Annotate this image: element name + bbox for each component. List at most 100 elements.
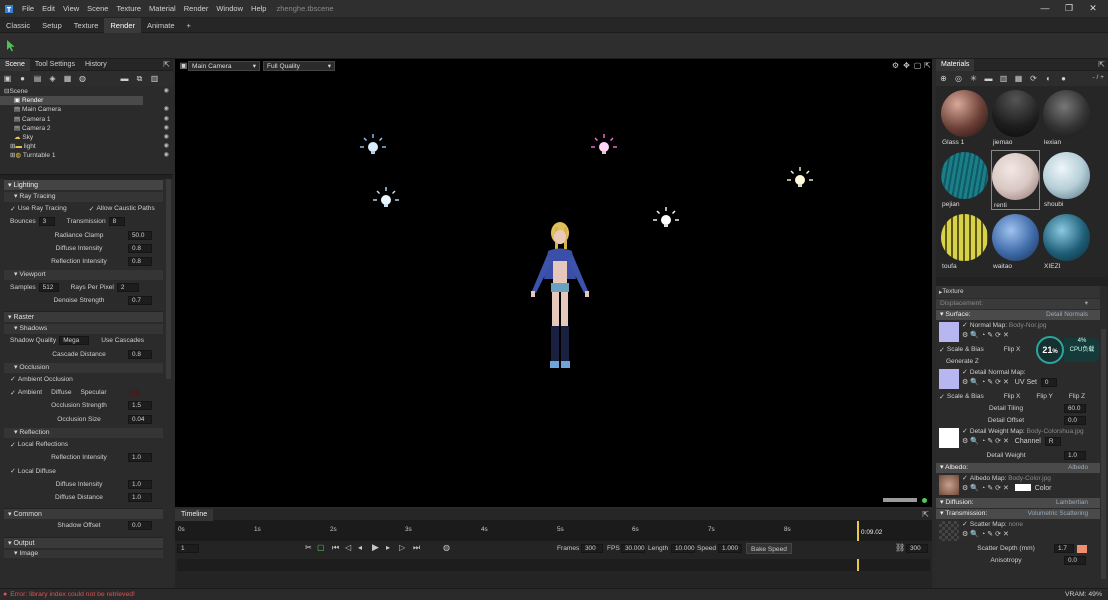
rays-per-pixel-select[interactable]: 2 xyxy=(116,282,139,292)
tree-item-camera-2[interactable]: ▤ Camera 2 ◉ xyxy=(0,124,173,133)
current-frame-field[interactable]: 1 xyxy=(177,544,199,553)
duplicate-icon[interactable]: ⧉ xyxy=(135,74,144,83)
local-reflections-checkbox[interactable]: ✓ xyxy=(10,441,16,449)
popout-icon[interactable]: ⇱ xyxy=(923,61,932,70)
occlusion-strength-field[interactable]: 1.5 xyxy=(128,401,152,411)
play-icon[interactable]: ▶ xyxy=(372,542,379,553)
tab-setup[interactable]: Setup xyxy=(36,18,68,33)
ambient-checkbox[interactable]: ✓ xyxy=(10,389,16,397)
section-reflection[interactable]: ▾ Reflection xyxy=(4,427,163,438)
bake-speed-button[interactable]: Bake Speed xyxy=(746,543,792,554)
step-forward-icon[interactable]: ▸ xyxy=(386,543,390,552)
speed-icon[interactable]: ◍ xyxy=(443,543,450,552)
section-output[interactable]: ▾ Output xyxy=(4,536,163,548)
reflection-intensity-field[interactable]: 0.8 xyxy=(128,257,152,267)
flip-x-toggle[interactable]: Flip X xyxy=(1004,346,1021,353)
scatter-depth-field[interactable]: 1.7 xyxy=(1054,544,1074,554)
tab-animate[interactable]: Animate xyxy=(141,18,181,33)
albedo-thumbnail[interactable] xyxy=(939,474,959,495)
menu-material[interactable]: Material xyxy=(145,4,180,13)
normal-map-checkbox[interactable]: ✓ xyxy=(962,322,968,329)
section-shadows[interactable]: ▾ Shadows xyxy=(4,324,163,335)
section-raster[interactable]: ▾ Raster xyxy=(4,311,163,323)
material-swatch[interactable]: toufa xyxy=(940,212,989,272)
diffuse-distance-field[interactable]: 1.0 xyxy=(128,493,152,503)
keyframe-track[interactable] xyxy=(177,559,930,571)
material-swatch[interactable]: pejian xyxy=(940,150,989,210)
frames-field[interactable]: 300 xyxy=(581,544,603,553)
menu-texture[interactable]: Texture xyxy=(112,4,145,13)
restore-button[interactable]: ❐ xyxy=(1062,3,1076,14)
texture-tool-icons[interactable]: ⚙🔍◔✎⟳✕ xyxy=(962,530,1023,540)
tab-texture[interactable]: Texture xyxy=(68,18,105,33)
visibility-icon[interactable]: ◉ xyxy=(164,151,169,160)
visibility-icon[interactable]: ◉ xyxy=(164,115,169,124)
albedo-map-checkbox[interactable]: ✓ xyxy=(962,475,968,482)
scatter-color-swatch[interactable] xyxy=(1077,544,1087,553)
visibility-icon[interactable]: ◉ xyxy=(164,142,169,151)
visibility-icon[interactable]: ◉ xyxy=(164,105,169,114)
visibility-icon[interactable]: ◉ xyxy=(164,133,169,142)
section-diffusion[interactable]: ▾ Diffusion: Lambertian xyxy=(936,497,1100,508)
material-swatch[interactable]: waitao xyxy=(991,212,1040,272)
menu-edit[interactable]: Edit xyxy=(38,4,59,13)
material-swatch[interactable]: jiemao xyxy=(991,88,1040,148)
scatter-map-thumbnail[interactable] xyxy=(939,520,959,541)
tab-history[interactable]: History xyxy=(80,59,112,71)
material-counter[interactable]: - / + xyxy=(1092,74,1104,81)
cascade-distance-field[interactable]: 0.8 xyxy=(128,349,152,359)
tab-timeline[interactable]: Timeline xyxy=(175,509,214,521)
ambient-occlusion-checkbox[interactable]: ✓ xyxy=(10,375,16,383)
light-bulb-icon[interactable] xyxy=(371,185,401,215)
anisotropy-field[interactable]: 0.0 xyxy=(1064,555,1086,565)
select-tool-icon[interactable] xyxy=(6,39,16,54)
tree-item-turntable[interactable]: ⊞◍ Turntable 1 ◉ xyxy=(0,151,173,160)
material-swatch[interactable]: shoubi xyxy=(1042,150,1091,210)
pick-icon[interactable]: ◐ xyxy=(1044,74,1053,83)
add-camera-icon[interactable]: ▤ xyxy=(33,74,42,83)
section-surface[interactable]: ▾ Surface: Detail Normals xyxy=(936,309,1100,320)
right-scrollbar[interactable] xyxy=(1101,329,1106,579)
delete-icon[interactable]: ▥ xyxy=(999,74,1008,83)
minimize-button[interactable]: — xyxy=(1038,3,1052,14)
menu-render[interactable]: Render xyxy=(180,4,213,13)
add-light-icon[interactable]: ● xyxy=(18,74,27,83)
light-bulb-icon[interactable] xyxy=(651,205,681,235)
visibility-icon[interactable]: ◉ xyxy=(164,124,169,133)
tree-item-camera-1[interactable]: ▤ Camera 1 ◉ xyxy=(0,115,173,124)
use-cascades-toggle[interactable]: Use Cascades xyxy=(101,337,144,344)
clear-icon[interactable]: ✳ xyxy=(969,74,978,83)
track-playhead[interactable] xyxy=(857,559,859,571)
timeline-ruler[interactable]: 0s 1s 2s 3s 4s 5s 6s 7s 8s 0:09.02 xyxy=(175,521,932,541)
popout-icon[interactable]: ⇱ xyxy=(1098,60,1105,69)
radiance-clamp-field[interactable]: 50.0 xyxy=(128,230,152,240)
section-transmission[interactable]: ▾ Transmission: Volumetric Scattering xyxy=(936,508,1100,519)
material-swatch[interactable]: lexian xyxy=(1042,88,1091,148)
sphere-icon[interactable]: ● xyxy=(1059,74,1068,83)
viewport-icon[interactable]: ▣ xyxy=(179,61,188,70)
section-displacement[interactable]: Displacement: ▾ xyxy=(936,298,1100,309)
add-sky-icon[interactable]: ◈ xyxy=(48,74,57,83)
popout-icon[interactable]: ⇱ xyxy=(922,510,929,519)
camera-select[interactable]: Main Camera ▾ xyxy=(188,61,260,71)
frame-icon[interactable]: ▢ xyxy=(913,61,922,70)
occlusion-size-field[interactable]: 0.04 xyxy=(128,414,152,424)
tree-item-light[interactable]: ⊞▬ light ◉ xyxy=(0,142,173,151)
detail-offset-field[interactable]: 0.0 xyxy=(1064,415,1086,425)
use-ray-tracing-checkbox[interactable]: ✓ xyxy=(10,205,16,213)
uv-set-select[interactable]: 0 xyxy=(1040,378,1057,388)
delete-icon[interactable]: ▥ xyxy=(150,74,159,83)
menu-help[interactable]: Help xyxy=(247,4,270,13)
character-model[interactable] xyxy=(518,221,603,381)
section-lighting[interactable]: ▾ Lighting xyxy=(4,179,163,190)
flip-x-2-toggle[interactable]: Flip X xyxy=(1004,393,1021,400)
tab-render[interactable]: Render xyxy=(104,17,141,33)
render-viewport[interactable] xyxy=(175,59,932,507)
menu-view[interactable]: View xyxy=(59,4,83,13)
section-ray-tracing[interactable]: ▾ Ray Tracing xyxy=(4,192,163,202)
detail-normal-checkbox[interactable]: ✓ xyxy=(962,369,968,376)
texture-tool-icons[interactable]: ⚙🔍◔✎⟳✕ xyxy=(962,485,1011,492)
generate-z-toggle[interactable]: Generate Z xyxy=(946,358,979,365)
detail-weight-checkbox[interactable]: ✓ xyxy=(962,428,968,435)
speed-field[interactable]: 1.000 xyxy=(718,544,742,553)
